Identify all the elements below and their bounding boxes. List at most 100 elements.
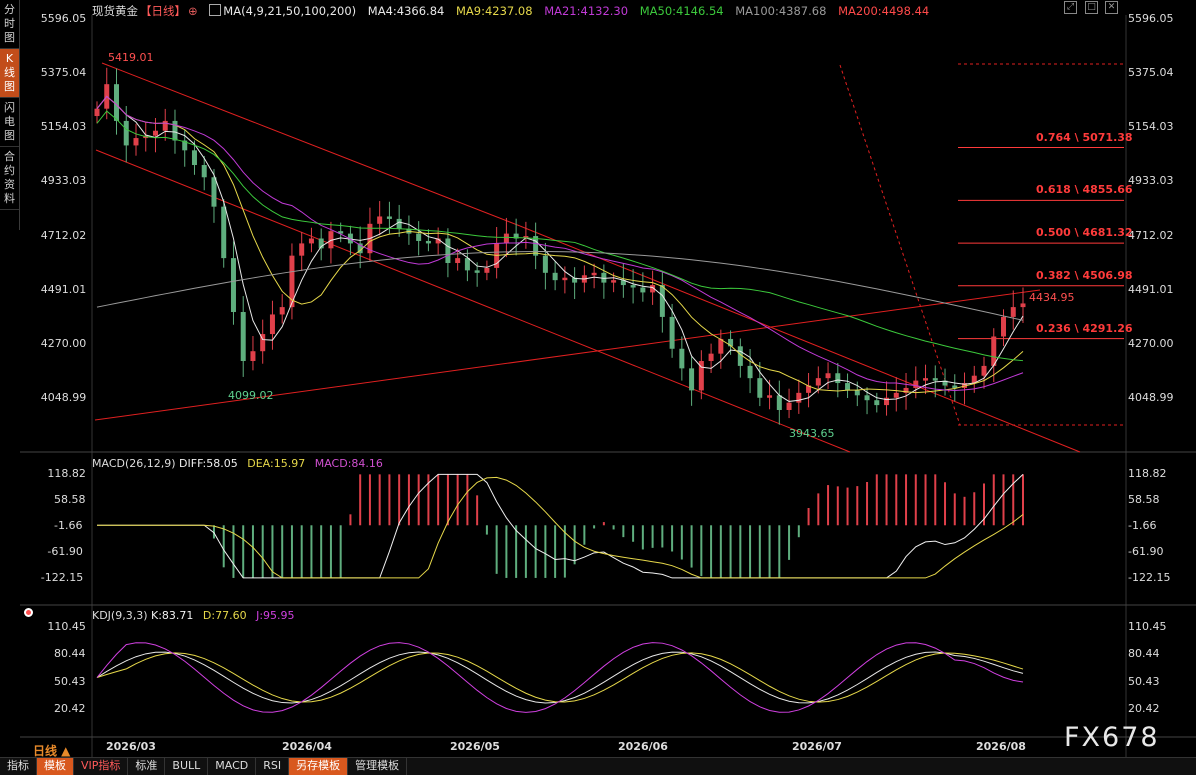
price-axis-label-left: 4933.03: [40, 174, 87, 188]
price-axis-label-left: 5596.05: [40, 12, 87, 25]
candle-body: [396, 218, 402, 229]
toolbar-tab-5[interactable]: MACD: [208, 758, 257, 775]
candle-body: [172, 120, 178, 141]
kdj-axis-label-left: 80.44: [54, 647, 86, 661]
macd-axis-label-right: -122.15: [1128, 571, 1171, 584]
bottom-toolbar: 指标 模板 VIP指标 标准 BULL MACD RSI 另存模板 管理模板: [0, 757, 1196, 775]
macd-axis-label-right: -61.90: [1128, 544, 1164, 558]
ma21-line: [96, 95, 1024, 392]
kdj-axis-label-right: 80.44: [1128, 647, 1160, 661]
ma50-line: [96, 110, 1024, 362]
date-axis-label: 2026/07: [792, 740, 842, 753]
candle-body: [445, 238, 451, 264]
candle-body: [230, 258, 236, 313]
kdj-axis-label-right: 50.43: [1128, 674, 1160, 688]
candle-body: [757, 378, 763, 398]
macd-diff-line: [97, 473, 1024, 579]
toolbar-tab-1[interactable]: 模板: [37, 758, 74, 775]
candle-body: [923, 378, 929, 381]
toolbar-tab-6[interactable]: RSI: [256, 758, 290, 775]
candle-body: [250, 351, 256, 362]
kdj-d: D:77.60: [202, 609, 247, 622]
fib-level-label: 0.618 \ 4855.66: [1036, 183, 1133, 197]
price-axis-label-right: 4048.99: [1128, 391, 1174, 404]
kline-chart-window: { "side_tabs":[ {"label":"分时图","active":…: [0, 0, 1196, 775]
candle-body: [503, 233, 509, 244]
candle-body: [874, 400, 880, 406]
candle-body: [854, 390, 860, 396]
candle-body: [386, 216, 392, 219]
candle-body: [94, 108, 100, 117]
candle-body: [474, 270, 480, 273]
macd-dea-line: [97, 476, 1024, 579]
candle-body: [279, 307, 285, 315]
high-price-label: 5419.01: [108, 51, 154, 64]
toolbar-tab-3[interactable]: 标准: [128, 758, 166, 775]
candle-body: [630, 285, 636, 288]
kdj-title: KDJ(9,3,3) K:83.71 D:77.60 J:95.95: [92, 609, 295, 622]
candle-body: [464, 258, 470, 271]
indicator-toggle-icon[interactable]: [24, 608, 33, 617]
candle-body: [689, 368, 695, 391]
price-axis-label-right: 4712.02: [1128, 228, 1174, 242]
kdj-k: K:83.71: [151, 609, 194, 622]
macd-axis-label-right: 58.58: [1128, 492, 1160, 506]
toolbar-tab-4[interactable]: BULL: [165, 758, 209, 775]
price-axis-label-left: 4048.99: [40, 391, 87, 404]
kdj-axis-label-left: 50.43: [54, 674, 86, 688]
macd-axis-label-left: -1.66: [54, 518, 83, 532]
date-axis-label: 2026/04: [282, 740, 332, 753]
ma9-line: [96, 95, 1024, 394]
candle-body: [679, 348, 685, 369]
toolbar-tab-7[interactable]: 另存模板: [289, 758, 349, 775]
price-axis-label-left: 4491.01: [40, 282, 87, 296]
candle-body: [455, 258, 461, 264]
candle-body: [640, 287, 646, 293]
trend-line: [95, 149, 851, 453]
candle-body: [377, 216, 383, 224]
fib-level-label: 0.500 \ 4681.32: [1036, 226, 1133, 240]
price-axis-label-right: 5375.04: [1128, 66, 1174, 80]
candle-body: [269, 314, 275, 335]
date-axis-label: 2026/05: [450, 740, 500, 753]
low-price-label-2: 3943.65: [789, 427, 835, 440]
macd-diff: DIFF:58.05: [179, 457, 238, 470]
candle-body: [162, 120, 168, 131]
toolbar-tab-2[interactable]: VIP指标: [74, 758, 129, 775]
price-axis-label-right: 5154.03: [1128, 120, 1174, 134]
candle-body: [1001, 316, 1007, 337]
chart-canvas[interactable]: [0, 0, 1196, 774]
toolbar-tab-8[interactable]: 管理模板: [348, 758, 408, 775]
candle-body: [425, 240, 431, 244]
candle-body: [542, 255, 548, 273]
candle-body: [484, 267, 490, 273]
candle-body: [796, 392, 802, 403]
candle-body: [932, 378, 938, 381]
kdj-d-line: [96, 652, 1024, 703]
candle-body: [893, 392, 899, 398]
toolbar-tab-0[interactable]: 指标: [0, 758, 37, 775]
candle-body: [669, 316, 675, 349]
candle-body: [815, 378, 821, 386]
kdj-j: J:95.95: [256, 609, 295, 622]
price-axis-label-left: 5154.03: [40, 120, 87, 134]
candle-body: [201, 165, 207, 178]
macd-axis-label-right: 118.82: [1128, 467, 1167, 480]
candle-body: [221, 206, 227, 259]
candle-body: [133, 138, 139, 146]
candle-body: [591, 272, 597, 276]
candle-body: [1010, 307, 1016, 317]
candle-body: [708, 353, 714, 362]
macd-dea: DEA:15.97: [247, 457, 306, 470]
kdj-axis-label-left: 110.45: [47, 620, 86, 633]
trend-line: [101, 62, 521, 227]
candle-body: [659, 285, 665, 317]
kdj-axis-label-right: 20.42: [1128, 702, 1160, 715]
candle-body: [981, 365, 987, 376]
macd-name: MACD(26,12,9): [92, 457, 176, 470]
candle-body: [747, 365, 753, 379]
macd-axis-label-left: -122.15: [40, 571, 84, 584]
candle-body: [776, 395, 782, 411]
candle-body: [562, 277, 568, 281]
low-price-label-1: 4099.02: [228, 389, 274, 402]
